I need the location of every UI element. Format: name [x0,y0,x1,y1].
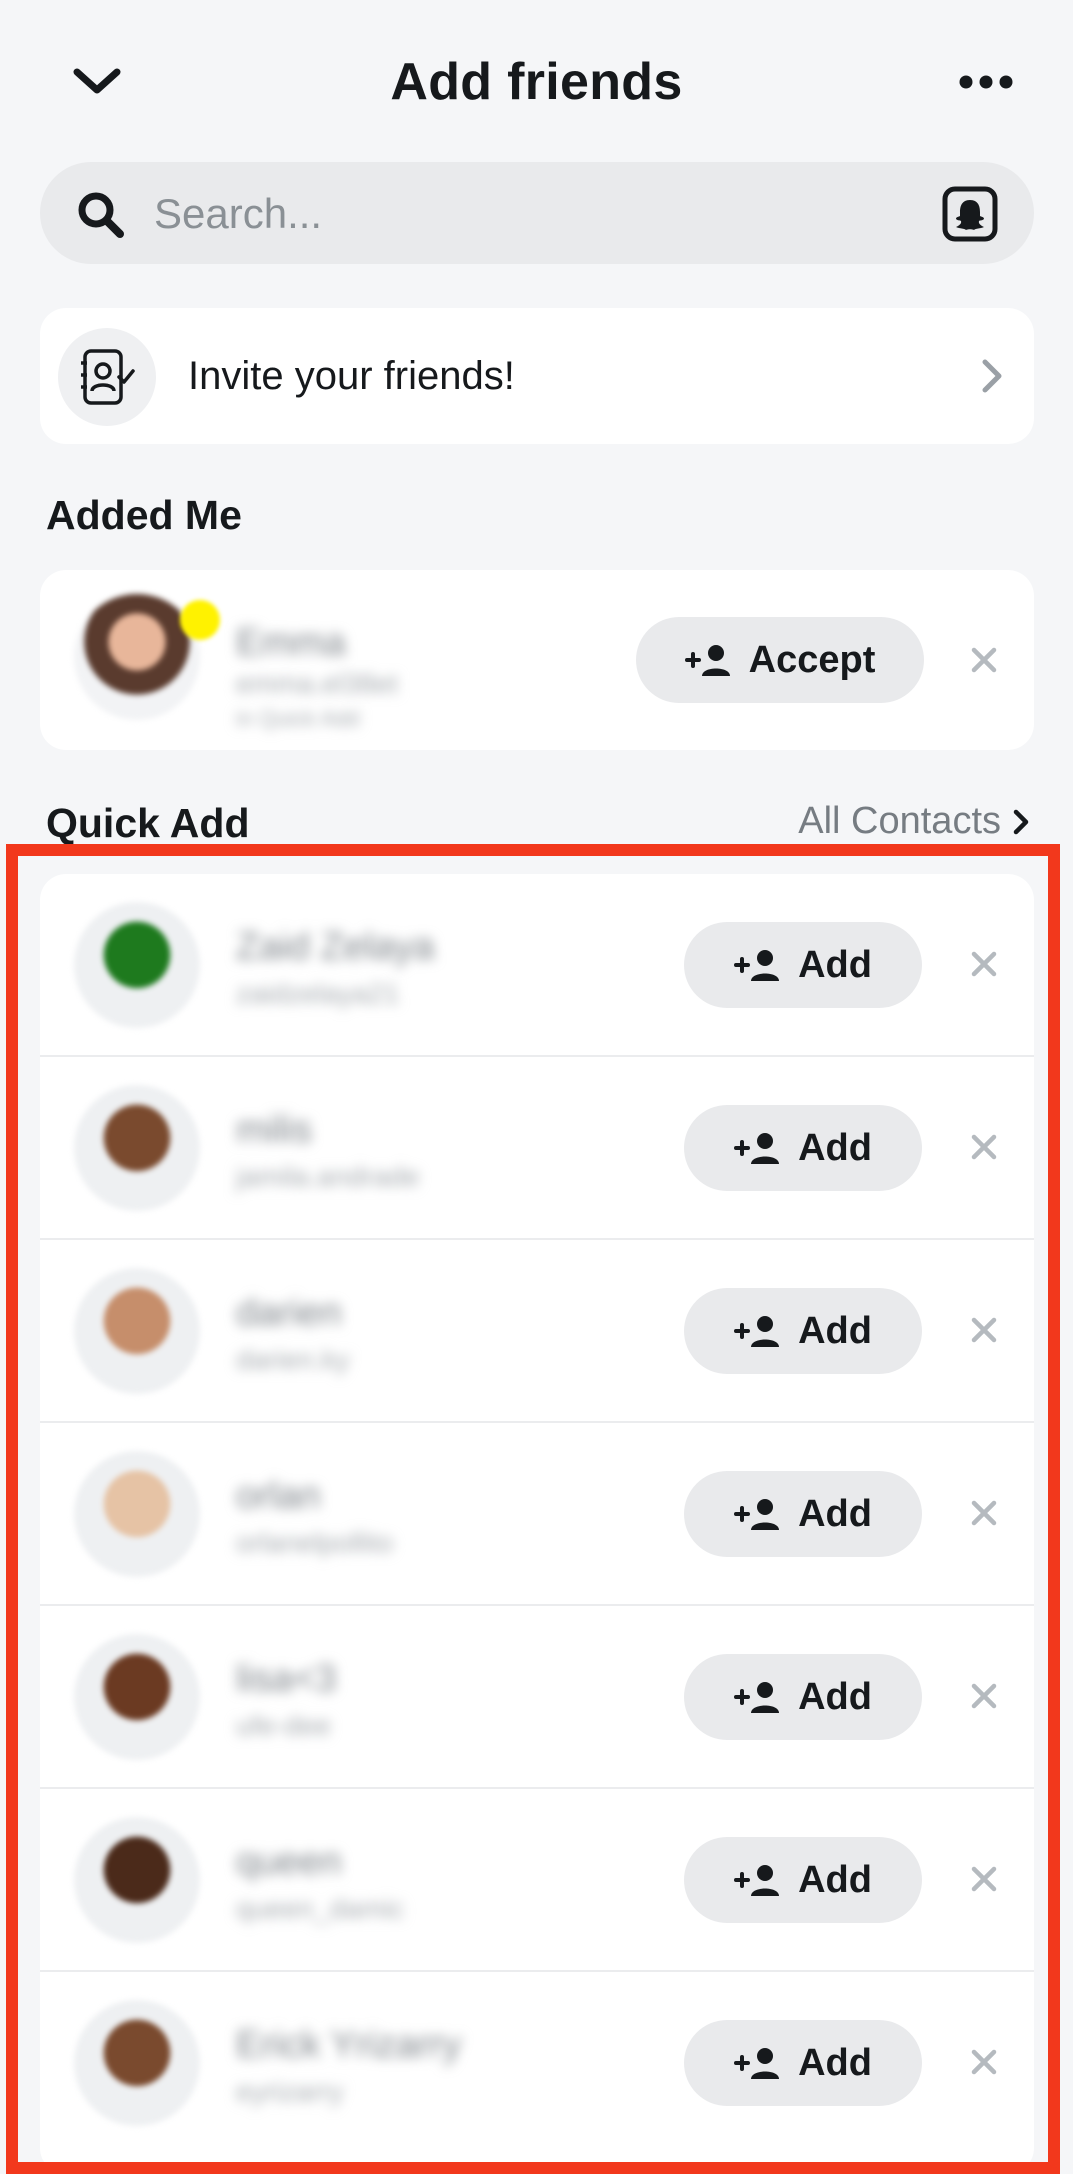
user-username: eyrizarry [236,2076,344,2107]
add-friend-icon [684,645,730,676]
invite-label: Invite your friends! [188,354,515,398]
add-button[interactable]: Add [684,1837,922,1923]
more-options-button[interactable] [951,60,1021,104]
add-friend-icon [734,1865,780,1896]
add-label: Add [798,1858,872,1901]
add-button[interactable]: Add [684,2020,922,2106]
avatar[interactable] [74,1817,200,1943]
snapcode-scan-icon[interactable] [942,186,998,242]
add-friend-icon [734,1316,780,1347]
user-meta: in Quick Add [236,706,360,731]
chevron-right-icon [982,359,1002,393]
page-title: Add friends [390,53,683,111]
dismiss-button[interactable] [964,1676,1004,1716]
dismiss-button[interactable] [964,1310,1004,1350]
close-icon [971,1134,997,1160]
close-icon [971,1500,997,1526]
quick-add-card: Zaid Zelaya zaidzelaya21 Add milis jamil… [40,874,1034,2174]
online-indicator [180,600,220,640]
accept-label: Accept [748,638,876,681]
add-label: Add [798,943,872,986]
close-icon [971,647,997,673]
close-icon [971,1866,997,1892]
quick-add-heading: Quick Add [46,800,250,846]
accept-button[interactable]: Accept [636,617,924,703]
dismiss-button[interactable] [964,1859,1004,1899]
add-label: Add [798,1492,872,1535]
user-name: Erick Yrizarry [236,2024,462,2066]
add-label: Add [798,1675,872,1718]
add-button[interactable]: Add [684,1654,922,1740]
add-button[interactable]: Add [684,1471,922,1557]
add-friend-icon [734,1499,780,1530]
avatar[interactable] [74,902,200,1028]
user-username: ufe-dee [236,1710,331,1741]
dismiss-button[interactable] [964,1493,1004,1533]
all-contacts-label: All Contacts [798,800,1001,842]
add-button[interactable]: Add [684,1105,922,1191]
add-button[interactable]: Add [684,1288,922,1374]
user-name: queen [236,1841,342,1883]
add-label: Add [798,1126,872,1169]
avatar[interactable] [74,1634,200,1760]
user-name: orlan [236,1475,321,1517]
search-bar[interactable] [40,162,1034,264]
user-name: Zaid Zelaya [236,926,435,968]
avatar[interactable] [74,2000,200,2126]
quick-add-row[interactable]: orlan orlanelpollito Add [40,1423,1034,1606]
user-username: queen_damic [236,1893,405,1924]
quick-add-row[interactable]: lisa<3 ufe-dee Add [40,1606,1034,1789]
dismiss-button[interactable] [964,2042,1004,2082]
add-button[interactable]: Add [684,922,922,1008]
invite-friends-row[interactable]: Invite your friends! [40,308,1034,444]
added-me-row[interactable]: Emma emma.el38et in Quick Add Accept [40,570,1034,750]
added-me-card: Emma emma.el38et in Quick Add Accept [40,570,1034,750]
close-icon [971,2049,997,2075]
added-me-heading: Added Me [46,492,242,538]
dismiss-button[interactable] [964,944,1004,984]
close-icon [971,1317,997,1343]
user-name: Emma [236,622,346,664]
add-label: Add [798,2041,872,2084]
add-friend-icon [734,1682,780,1713]
user-name: milis [236,1109,312,1151]
avatar[interactable] [74,1085,200,1211]
user-name: darien [236,1292,342,1334]
dismiss-button[interactable] [964,640,1004,680]
chevron-right-icon [1013,809,1029,834]
user-username: jamila.andrade [236,1161,420,1192]
quick-add-row[interactable]: milis jamila.andrade Add [40,1057,1034,1240]
user-username: orlanelpollito [236,1527,394,1558]
quick-add-row[interactable]: Erick Yrizarry eyrizarry Add [40,1972,1034,2155]
add-friend-icon [734,950,780,981]
user-name: lisa<3 [236,1658,337,1700]
search-icon [78,192,124,238]
more-horizontal-icon [959,75,1013,89]
search-input[interactable] [152,180,936,248]
user-username: zaidzelaya21 [236,978,400,1009]
avatar[interactable] [74,1451,200,1577]
avatar[interactable] [74,1268,200,1394]
add-friend-icon [734,2048,780,2079]
contact-invite-icon [58,328,156,426]
add-label: Add [798,1309,872,1352]
quick-add-row[interactable]: darien darien.ky Add [40,1240,1034,1423]
close-icon [971,1683,997,1709]
all-contacts-link[interactable]: All Contacts [798,800,1029,843]
user-username: emma.el38et [236,668,398,699]
dismiss-button[interactable] [964,1127,1004,1167]
close-icon [971,951,997,977]
quick-add-row[interactable]: Zaid Zelaya zaidzelaya21 Add [40,874,1034,1057]
header: Add friends [0,0,1073,160]
user-username: darien.ky [236,1344,350,1375]
quick-add-row[interactable]: queen queen_damic Add [40,1789,1034,1972]
add-friend-icon [734,1133,780,1164]
